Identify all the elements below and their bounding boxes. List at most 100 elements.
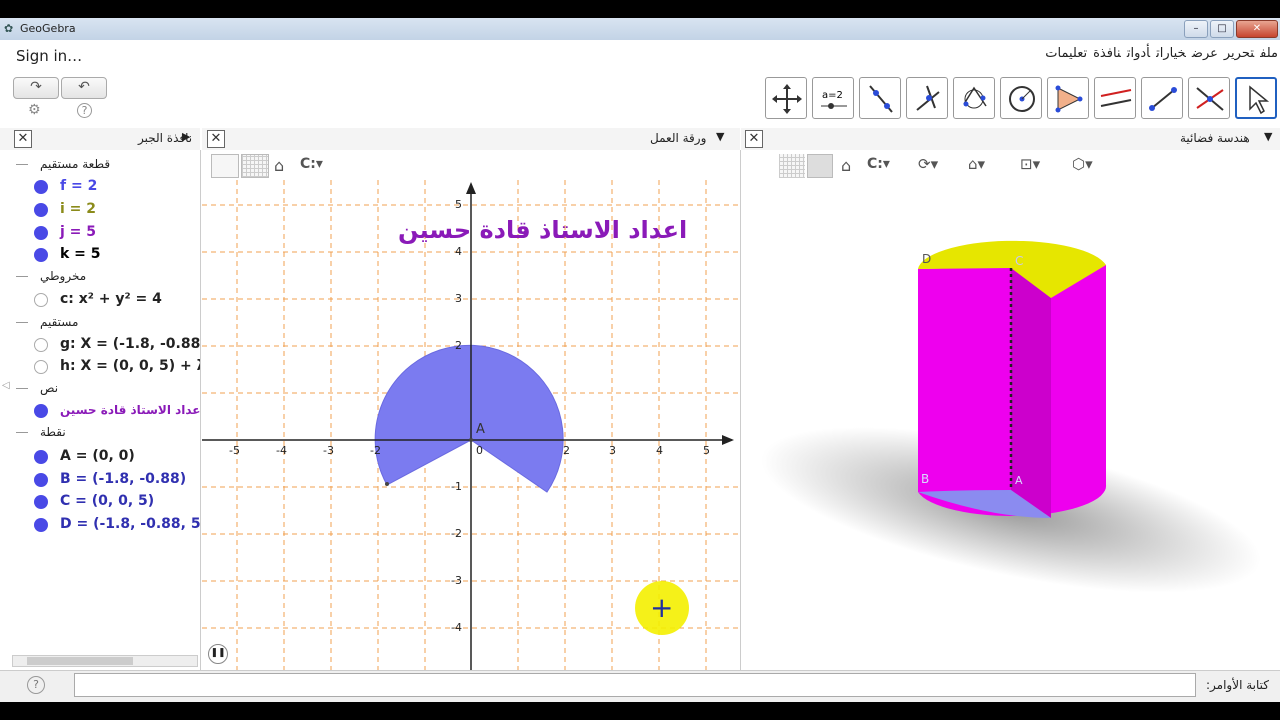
point-c-label: C bbox=[1015, 254, 1024, 268]
graphics3d-panel-title[interactable]: هندسة فضائية bbox=[1180, 131, 1250, 145]
show-grid-button[interactable] bbox=[241, 154, 269, 178]
menu-list: ملف تحرير عرض خيارات أدوات نافذة تعليمات bbox=[1039, 46, 1278, 61]
x-tick: -2 bbox=[370, 444, 381, 457]
help-icon[interactable]: ? bbox=[77, 103, 92, 118]
select-tool[interactable] bbox=[1235, 77, 1277, 119]
menu-edit[interactable]: تحرير bbox=[1224, 46, 1254, 61]
redo-button[interactable]: ↷ bbox=[13, 77, 59, 99]
command-input[interactable] bbox=[74, 673, 1196, 697]
svg-text:a=2: a=2 bbox=[822, 90, 843, 101]
graphics3d-view[interactable]: D C B A bbox=[741, 150, 1280, 670]
graphics-panel-title[interactable]: ورقة العمل bbox=[650, 131, 706, 145]
reflect-tool[interactable] bbox=[1094, 77, 1136, 119]
minimize-button[interactable]: – bbox=[1184, 20, 1208, 38]
category-conic[interactable]: مخروطي bbox=[0, 266, 200, 288]
visibility-toggle[interactable] bbox=[34, 450, 48, 464]
x-tick: 4 bbox=[656, 444, 663, 457]
list-item[interactable]: g: X = (-1.8, -0.88, bbox=[0, 334, 200, 356]
close-button[interactable]: ✕ bbox=[1236, 20, 1278, 38]
maximize-button[interactable]: □ bbox=[1210, 20, 1234, 38]
visibility-toggle[interactable] bbox=[34, 404, 48, 418]
menu-options[interactable]: خيارات bbox=[1156, 46, 1186, 61]
pause-animation-button[interactable]: ❚❚ bbox=[208, 644, 228, 664]
visibility-toggle[interactable] bbox=[34, 226, 48, 240]
home-icon[interactable]: ⌂ bbox=[841, 156, 851, 175]
y-tick: -3 bbox=[451, 574, 462, 587]
chevron-down-icon[interactable]: ▼ bbox=[1264, 130, 1272, 143]
settings-gear-icon[interactable]: ⚙ bbox=[28, 102, 41, 118]
category-line[interactable]: مستقيم bbox=[0, 312, 200, 334]
menu-help[interactable]: تعليمات bbox=[1045, 46, 1087, 61]
list-item[interactable]: B = (-1.8, -0.88) bbox=[0, 469, 200, 491]
panel-menu-icon[interactable]: ▶ bbox=[182, 130, 190, 143]
line-tool[interactable] bbox=[859, 77, 901, 119]
menu-window[interactable]: نافذة bbox=[1093, 46, 1121, 61]
show-axes-button[interactable] bbox=[211, 154, 239, 178]
object-B: B = (-1.8, -0.88) bbox=[60, 471, 187, 487]
angle-tool[interactable] bbox=[1047, 77, 1089, 119]
sign-in-link[interactable]: Sign in… bbox=[16, 47, 82, 65]
list-item[interactable]: f = 2 bbox=[0, 176, 200, 198]
category-segment[interactable]: قطعة مستقيم bbox=[0, 154, 200, 176]
list-item[interactable]: C = (0, 0, 5) bbox=[0, 491, 200, 513]
show-axes-3d-button[interactable] bbox=[752, 154, 776, 178]
visibility-toggle[interactable] bbox=[34, 180, 48, 194]
undo-button[interactable]: ↶ bbox=[61, 77, 107, 99]
visibility-toggle[interactable] bbox=[34, 518, 48, 532]
slider-tool[interactable]: a=2 bbox=[812, 77, 854, 119]
menu-file[interactable]: ملف bbox=[1260, 46, 1278, 61]
menu-view[interactable]: عرض bbox=[1192, 46, 1218, 61]
list-item[interactable]: k = 5 bbox=[0, 244, 200, 266]
object-text1: "إعداد الاستاذ قادة حسين bbox=[60, 403, 200, 417]
graphics-close-button[interactable]: ✕ bbox=[207, 130, 225, 148]
home-icon[interactable]: ⌂ bbox=[274, 156, 284, 175]
x-tick: 5 bbox=[703, 444, 710, 457]
intersect-tool[interactable] bbox=[1188, 77, 1230, 119]
object-D: D = (-1.8, -0.88, 5) bbox=[60, 516, 200, 532]
graphics-text[interactable]: اعداد الاستاذ قادة حسين bbox=[398, 216, 687, 244]
circle-tool[interactable] bbox=[1000, 77, 1042, 119]
clipping-icon[interactable]: ⊡▾ bbox=[1020, 155, 1040, 173]
projection-cube-icon[interactable]: ⬡▾ bbox=[1072, 155, 1093, 173]
show-grid-3d-button[interactable] bbox=[779, 154, 805, 178]
graphics-view[interactable]: اعداد الاستاذ قادة حسين A -5 -4 -3 -2 0 … bbox=[202, 150, 741, 670]
menu-tools[interactable]: أدوات bbox=[1127, 46, 1150, 61]
list-item[interactable]: i = 2 bbox=[0, 199, 200, 221]
algebra-view: قطعة مستقيم f = 2 i = 2 j = 5 k = 5 مخرو… bbox=[0, 150, 201, 670]
x-tick: -3 bbox=[323, 444, 334, 457]
visibility-toggle[interactable] bbox=[34, 360, 48, 374]
chevron-down-icon[interactable]: ▼ bbox=[716, 130, 724, 143]
category-point[interactable]: نقطة bbox=[0, 422, 200, 444]
list-item[interactable]: A = (0, 0) bbox=[0, 446, 200, 468]
perpendicular-tool[interactable] bbox=[906, 77, 948, 119]
rotate-view-icon[interactable]: ⟳▾ bbox=[918, 155, 938, 173]
object-j: j = 5 bbox=[60, 224, 97, 240]
visibility-toggle[interactable] bbox=[34, 248, 48, 262]
title-bar bbox=[0, 18, 1280, 40]
point-capture-icon[interactable]: C:▾ bbox=[300, 156, 323, 172]
point-capture-icon[interactable]: C:▾ bbox=[867, 156, 890, 172]
visibility-toggle[interactable] bbox=[34, 495, 48, 509]
list-item[interactable]: j = 5 bbox=[0, 222, 200, 244]
object-i: i = 2 bbox=[60, 201, 97, 217]
visibility-toggle[interactable] bbox=[34, 293, 48, 307]
visibility-toggle[interactable] bbox=[34, 203, 48, 217]
list-item[interactable]: c: x² + y² = 4 bbox=[0, 289, 200, 311]
category-text[interactable]: نص bbox=[0, 378, 200, 400]
visibility-toggle[interactable] bbox=[34, 473, 48, 487]
list-item[interactable]: h: X = (0, 0, 5) + λ bbox=[0, 356, 200, 378]
segment-tool[interactable] bbox=[1141, 77, 1183, 119]
visibility-toggle[interactable] bbox=[34, 338, 48, 352]
graphics3d-close-button[interactable]: ✕ bbox=[745, 130, 763, 148]
algebra-close-button[interactable]: ✕ bbox=[14, 130, 32, 148]
show-plane-button[interactable] bbox=[807, 154, 833, 178]
input-help-icon[interactable]: ? bbox=[27, 676, 45, 694]
polygon-tool[interactable] bbox=[953, 77, 995, 119]
collapse-arrow-icon[interactable]: ◁ bbox=[2, 380, 10, 391]
list-item[interactable]: "إعداد الاستاذ قادة حسين bbox=[0, 400, 200, 422]
category-label: نص bbox=[40, 381, 59, 395]
algebra-horizontal-scrollbar[interactable] bbox=[12, 655, 198, 667]
move-graphics-tool[interactable] bbox=[765, 77, 807, 119]
view-direction-icon[interactable]: ⌂▾ bbox=[968, 155, 985, 173]
list-item[interactable]: D = (-1.8, -0.88, 5) bbox=[0, 514, 200, 536]
